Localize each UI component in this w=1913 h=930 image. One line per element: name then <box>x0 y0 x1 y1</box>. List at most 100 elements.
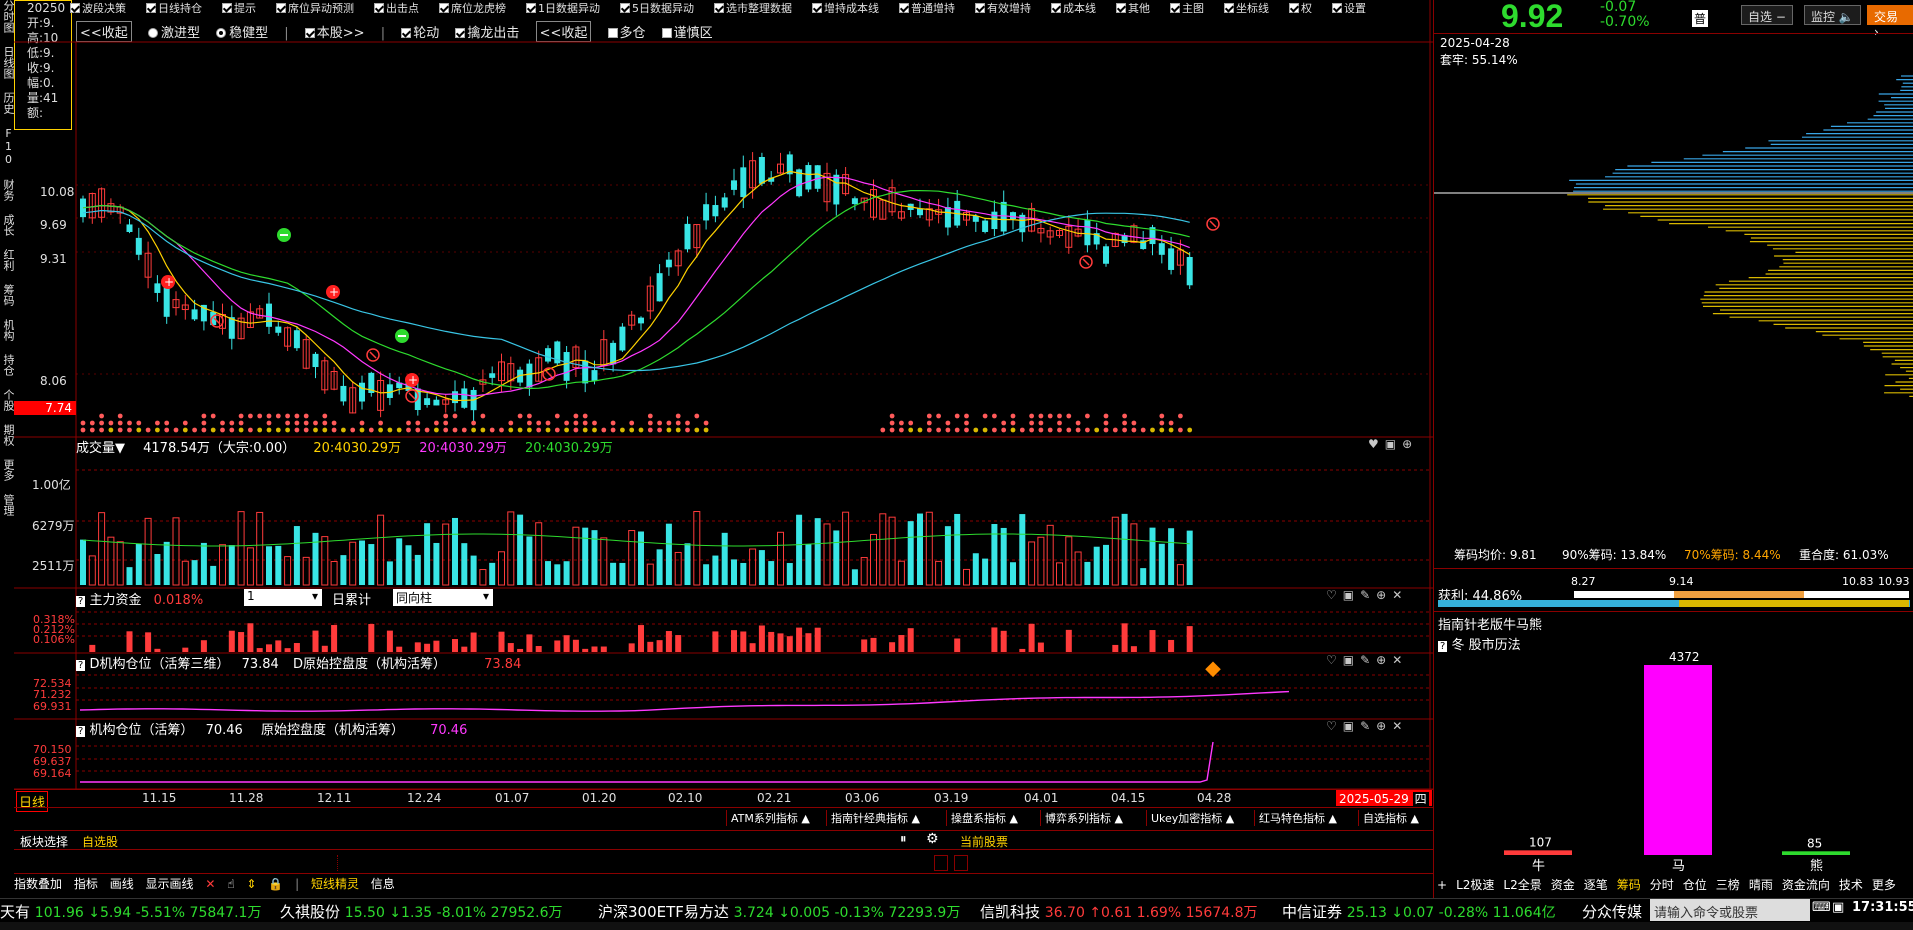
speaker-icon: 🔈 <box>1838 10 1854 24</box>
hand-icon[interactable]: ☝ <box>227 877 234 891</box>
capital-bar <box>433 640 440 652</box>
volume-bar <box>1046 524 1054 586</box>
short-line-button[interactable]: 短线精灵 <box>311 877 359 891</box>
help-icon[interactable]: ? <box>76 726 86 737</box>
signal-dot <box>322 413 328 419</box>
clock-time: 17:31:55 <box>1852 900 1913 915</box>
candle-body <box>1158 243 1165 255</box>
inst-panel-controls[interactable]: ♡▣✎⊕✕ <box>1326 719 1408 733</box>
lock-icon[interactable]: 🔒 <box>268 877 283 891</box>
ticker-values: 25.13 ↓0.07 -0.28% 11.064亿 <box>1346 905 1556 921</box>
volume-bar <box>405 545 412 585</box>
signal-dot <box>573 427 579 433</box>
right-tab[interactable]: L2全景 <box>1503 878 1541 892</box>
right-tab[interactable]: 技术 <box>1839 878 1863 892</box>
overlay-index-button[interactable]: 指数叠加 <box>14 877 62 891</box>
signal-dot <box>322 420 328 426</box>
volume-panel-controls[interactable]: ♥▣⊕ <box>1368 437 1418 451</box>
scroll-box[interactable] <box>954 855 968 871</box>
monitor-icon[interactable]: ▣ <box>1832 900 1844 915</box>
info-button[interactable]: 信息 <box>371 877 395 891</box>
close-icon[interactable]: ✕ <box>205 877 215 891</box>
chip-distribution-chart[interactable] <box>1434 66 1913 536</box>
signal-dot <box>620 427 625 433</box>
capital-select-mode[interactable]: 同向柱 ▾ <box>393 589 493 606</box>
signal-dot <box>359 427 365 433</box>
right-tab[interactable]: 分时 <box>1650 878 1674 892</box>
right-tab[interactable]: 资金流向 <box>1782 878 1830 892</box>
monitor-button[interactable]: 监控 🔈 <box>1804 5 1861 25</box>
sector-value[interactable]: 自选股 <box>82 833 118 850</box>
ticker-item[interactable]: 沪深300ETF易方达 3.724 ↓0.005 -0.13% 72293.9万 <box>598 901 960 922</box>
right-tab[interactable]: 更多 <box>1872 878 1896 892</box>
capital-panel-controls[interactable]: ♡▣✎⊕✕ <box>1326 588 1408 602</box>
pause-icon[interactable]: ⏸ <box>900 832 907 847</box>
arrows-icon[interactable]: ⇕ <box>246 877 256 891</box>
right-tab[interactable]: 资金 <box>1551 878 1575 892</box>
show-lines-button[interactable]: 显示画线 <box>146 877 194 891</box>
kline-chart-area[interactable]: + + + <box>0 0 1433 810</box>
capital-select-days[interactable]: 1 ▾ <box>244 589 322 606</box>
ticker-item[interactable]: 信凯科技 36.70 ↑0.61 1.69% 15674.8万 <box>980 901 1257 922</box>
volume-bar <box>674 551 682 586</box>
signal-dot <box>182 427 188 433</box>
right-tab[interactable]: 三榜 <box>1716 878 1740 892</box>
right-tab[interactable]: 仓位 <box>1683 878 1707 892</box>
signal-dot <box>313 427 318 433</box>
indicator-tab[interactable]: Ukey加密指标 ▲ <box>1146 810 1234 826</box>
plus-icon[interactable]: + <box>1437 878 1447 892</box>
signal-dot <box>517 413 523 419</box>
signal-dot <box>313 420 318 426</box>
watchlist-button[interactable]: 自选 − <box>1741 5 1793 25</box>
volume-bar <box>302 556 310 586</box>
ticker-item[interactable]: 分众传媒 <box>1582 901 1642 922</box>
volume-bar <box>712 555 719 585</box>
indicator-button[interactable]: 指标 <box>74 877 98 891</box>
ticker-item[interactable]: 天有 101.96 ↓5.94 -5.51% 75847.1万 <box>0 901 261 922</box>
signal-dot <box>164 427 170 433</box>
help-icon[interactable]: ? <box>76 660 86 671</box>
triangle-up-icon: ▲ <box>1407 812 1419 825</box>
right-tab[interactable]: 晴雨 <box>1749 878 1773 892</box>
scroll-box[interactable] <box>934 855 948 871</box>
volume-bar <box>907 521 914 585</box>
capital-title-row: ? 主力资金 0.018% <box>76 589 203 608</box>
draw-line-button[interactable]: 画线 <box>110 877 134 891</box>
volume-bar <box>507 511 515 586</box>
signal-dot <box>1066 413 1072 419</box>
command-input[interactable]: 请输入命令或股票 <box>1650 899 1810 921</box>
capital-bar <box>1037 642 1044 652</box>
right-tab[interactable]: L2极速 <box>1456 878 1494 892</box>
chip-90: 90%筹码: 13.84% <box>1562 548 1667 562</box>
signal-dot <box>89 427 95 433</box>
ticker-item[interactable]: 中信证券 25.13 ↓0.07 -0.28% 11.064亿 <box>1282 901 1556 922</box>
inst-panel-value: 70.46 <box>205 723 243 738</box>
signal-dot <box>117 413 123 419</box>
right-tab[interactable]: 筹码 <box>1617 878 1641 892</box>
indicator-tab[interactable]: ATM系列指标 ▲ <box>726 810 810 826</box>
volume-bar <box>646 563 654 586</box>
d-panel-controls[interactable]: ♡▣✎⊕✕ <box>1326 653 1408 667</box>
indicator-tab[interactable]: 自选指标 ▲ <box>1358 810 1419 826</box>
signal-dot <box>471 420 476 426</box>
x-axis-date: 02.10 <box>668 791 703 805</box>
right-tab[interactable]: 逐笔 <box>1584 878 1608 892</box>
indicator-tab-label: 博弈系列指标 <box>1045 812 1111 825</box>
signal-dot <box>508 420 514 426</box>
capital-bar <box>200 640 207 652</box>
help-icon[interactable]: ? <box>76 596 86 607</box>
capital-bar <box>293 643 300 652</box>
signal-dot <box>601 427 607 433</box>
ticker-item[interactable]: 久祺股份 15.50 ↓1.35 -8.01% 27952.6万 <box>280 901 563 922</box>
volume-bar <box>805 544 812 585</box>
keyboard-icon[interactable]: ⌨ <box>1812 900 1831 915</box>
ticker-values: 3.724 ↓0.005 -0.13% 72293.9万 <box>733 905 961 921</box>
indicator-tab[interactable]: 博弈系列指标 ▲ <box>1040 810 1123 826</box>
trade-button[interactable]: 交易 › <box>1867 5 1913 39</box>
indicator-tab[interactable]: 指南针经典指标 ▲ <box>826 810 920 826</box>
volume-title[interactable]: 成交量▼ <box>76 441 125 456</box>
indicator-tab[interactable]: 操盘系指标 ▲ <box>946 810 1018 826</box>
indicator-tab[interactable]: 红马特色指标 ▲ <box>1254 810 1337 826</box>
gear-icon[interactable]: ⚙ <box>926 831 939 847</box>
signal-dot <box>527 420 532 426</box>
